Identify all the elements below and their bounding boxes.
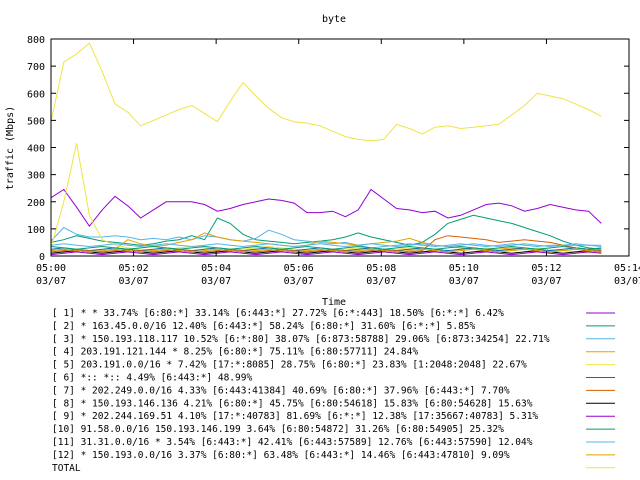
y-tick-label: 600 (27, 89, 45, 100)
legend-entry-label: [11] 31.31.0.0/16 * 3.54% [6:443:*] 42.4… (52, 437, 533, 448)
legend-entry-label: [ 3] * 150.193.118.117 10.52% [6:*:80] 3… (52, 334, 550, 345)
x-tick-date-label: 03/07 (449, 276, 479, 287)
legend-entry-label: [ 1] * * 33.74% [6:80:*] 33.14% [6:443:*… (52, 308, 504, 319)
chart-title: byte (322, 14, 346, 25)
x-tick-time-label: 05:04 (201, 263, 231, 274)
y-tick-label: 0 (39, 252, 45, 263)
y-tick-label: 100 (27, 225, 45, 236)
legend-entry-label: TOTAL (52, 463, 81, 474)
legend: [ 1] * * 33.74% [6:80:*] 33.14% [6:443:*… (52, 308, 615, 474)
series-line-5 (50, 143, 602, 254)
series-line-1 (50, 188, 602, 228)
legend-entry-label: [ 5] 203.191.0.0/16 * 7.42% [17:*:8085] … (52, 360, 527, 371)
legend-entry-label: [ 8] * 150.193.146.136 4.21% [6:80:*] 45… (52, 398, 533, 409)
plot-frame (50, 38, 630, 257)
y-tick-label: 300 (27, 171, 45, 182)
y-axis-label: traffic (Mbps) (5, 106, 16, 190)
legend-entry-label: [12] * 150.193.0.0/16 3.37% [6:80:*] 63.… (52, 450, 510, 461)
x-tick-time-label: 05:06 (284, 263, 314, 274)
legend-entry-label: [ 7] * 202.249.0.0/16 4.33% [6:443:41384… (52, 385, 510, 396)
x-tick-time-label: 05:08 (366, 263, 396, 274)
x-tick-date-label: 03/07 (36, 276, 66, 287)
y-ticks: 0 100 200 300 400 500 600 700 800 (27, 35, 629, 263)
legend-entry-label: [ 4] 203.191.121.144 * 8.25% [6:80:*] 75… (52, 347, 418, 358)
legend-entry-label: [ 2] * 163.45.0.0/16 12.40% [6:443:*] 58… (52, 321, 476, 332)
x-tick-date-label: 03/07 (284, 276, 314, 287)
y-tick-label: 800 (27, 35, 45, 46)
x-tick-time-label: 05:14 (614, 263, 640, 274)
x-tick-time-label: 05:00 (36, 263, 66, 274)
x-tick-date-label: 03/07 (614, 276, 640, 287)
x-tick-date-label: 03/07 (366, 276, 396, 287)
x-tick-date-label: 03/07 (119, 276, 149, 287)
x-tick-time-label: 05:02 (119, 263, 149, 274)
x-axis-label: Time (322, 297, 346, 308)
traffic-chart: byte traffic (Mbps) 0 100 200 300 400 500 600 7… (5, 14, 640, 474)
x-tick-date-label: 03/07 (531, 276, 561, 287)
y-tick-label: 500 (27, 116, 45, 127)
y-tick-label: 400 (27, 144, 45, 155)
series-lines (50, 42, 602, 256)
legend-entry-label: [10] 91.58.0.0/16 150.193.146.199 3.64% … (52, 424, 504, 435)
x-tick-time-label: 05:12 (531, 263, 561, 274)
series-line-13 (50, 42, 602, 142)
x-tick-date-label: 03/07 (201, 276, 231, 287)
y-tick-label: 200 (27, 198, 45, 209)
y-tick-label: 700 (27, 62, 45, 73)
legend-entry-label: [ 6] *:: *:: 4.49% [6:443:*] 48.99% (52, 373, 252, 384)
x-tick-time-label: 05:10 (449, 263, 479, 274)
legend-entry-label: [ 9] * 202.244.169.51 4.10% [17:*:40783]… (52, 411, 538, 422)
